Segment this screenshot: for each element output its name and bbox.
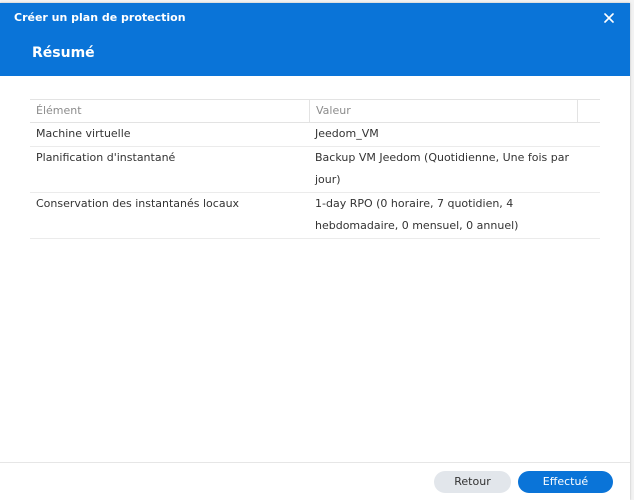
dialog-header: Créer un plan de protection Résumé (0, 3, 630, 76)
back-button[interactable]: Retour (434, 471, 511, 493)
close-button[interactable] (598, 7, 620, 29)
row-value: 1-day RPO (0 horaire, 7 quotidien, 4 heb… (315, 197, 519, 232)
table-row: Machine virtuelle Jeedom_VM (30, 123, 600, 147)
window-title: Créer un plan de protection (14, 11, 186, 24)
table-row: Planification d'instantané Backup VM Jee… (30, 147, 600, 193)
protection-plan-dialog: Créer un plan de protection Résumé Éléme… (0, 3, 630, 500)
dialog-footer: Retour Effectué (0, 462, 630, 500)
row-value: Jeedom_VM (315, 127, 379, 140)
row-name: Conservation des instantanés locaux (36, 197, 240, 210)
column-header-element: Élément (36, 104, 82, 117)
column-header-filler (578, 100, 600, 122)
table-row: Conservation des instantanés locaux 1-da… (30, 193, 600, 239)
row-name: Planification d'instantané (36, 151, 176, 164)
row-value: Backup VM Jeedom (Quotidienne, Une fois … (315, 151, 569, 186)
column-header-value: Valeur (309, 100, 578, 122)
row-name: Machine virtuelle (36, 127, 131, 140)
section-title: Résumé (32, 45, 95, 61)
table-header: Élément Valeur (30, 99, 600, 123)
done-button[interactable]: Effectué (518, 471, 613, 493)
close-icon (604, 13, 614, 23)
summary-table: Élément Valeur Machine virtuelle Jeedom_… (30, 99, 600, 239)
